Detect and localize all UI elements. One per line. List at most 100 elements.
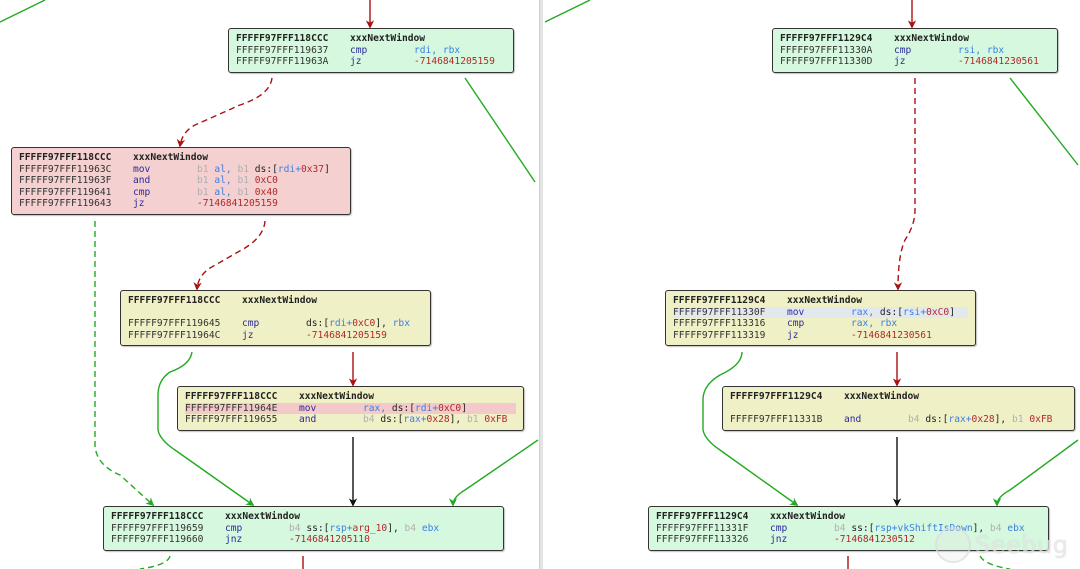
numeric-operand: -7146841205159: [414, 56, 495, 68]
instruction-row[interactable]: FFFFF97FFF119645 cmp ds:[rdi+0xC0], rbx: [128, 318, 423, 330]
code-block-l3[interactable]: FFFFF97FFF118CCC xxxNextWindow FFFFF97FFF1…: [120, 290, 431, 347]
register-operand: rax, rbx: [851, 318, 898, 330]
instruction-address: FFFFF97FFF119643: [19, 198, 112, 210]
edge-L5-out-green: [139, 555, 171, 569]
register-operand: al,: [214, 163, 238, 175]
block-address: FFFFF97FFF1129C4: [673, 295, 766, 306]
pane-divider[interactable]: [539, 0, 543, 569]
instruction-address: FFFFF97FFF11964E: [185, 402, 278, 414]
instruction-address: FFFFF97FFF11963A: [236, 56, 329, 68]
operand-text: ],: [994, 414, 1012, 426]
mnemonic: jz: [350, 56, 362, 68]
function-name: xxxNextWindow: [770, 511, 846, 522]
instruction-row[interactable]: FFFFF97FFF11330F mov rax, ds:[rsi+0xC0]: [673, 306, 968, 319]
operand-text: ],: [375, 318, 393, 330]
size-prefix: b4: [834, 522, 852, 534]
numeric-operand: 0xC0: [926, 306, 950, 318]
operand-text: ds:[: [391, 402, 415, 414]
instruction-address: FFFFF97FFF113319: [673, 329, 766, 341]
mnemonic: jz: [242, 329, 254, 341]
size-prefix: b1: [197, 175, 215, 187]
function-name: xxxNextWindow: [894, 33, 970, 44]
instruction-row[interactable]: FFFFF97FFF11330A cmp rsi, rbx: [780, 45, 1050, 57]
operand-text: ]: [461, 402, 467, 414]
register-operand: rax,: [363, 402, 392, 414]
size-prefix: b1: [197, 186, 215, 198]
instruction-row[interactable]: FFFFF97FFF119659 cmp b4 ss:[rsp+arg_10], b…: [111, 523, 496, 535]
edge-L2-L3: [193, 220, 266, 291]
edge-left-top-green: [0, 0, 46, 23]
operands: rax, rbx: [851, 318, 897, 330]
instruction-address: FFFFF97FFF11963C: [19, 163, 112, 175]
code-block-l1[interactable]: FFFFF97FFF118CCC xxxNextWindow FFFFF97FFF1…: [228, 28, 514, 73]
code-block-r3[interactable]: FFFFF97FFF1129C4 xxxNextWindow FFFFF97FFF1…: [722, 386, 1075, 431]
block-address: FFFFF97FFF118CCC: [236, 33, 329, 44]
code-block-l5[interactable]: FFFFF97FFF118CCC xxxNextWindow FFFFF97FFF1…: [103, 506, 504, 551]
instruction-row[interactable]: FFFFF97FFF11330D jz -7146841230561: [780, 56, 1050, 68]
numeric-operand: 0xC0: [254, 175, 278, 187]
operands: rax, ds:[rdi+0xC0]: [363, 403, 467, 415]
instruction-address: FFFFF97FFF11330F: [673, 306, 766, 318]
register-operand: rdi+: [329, 318, 353, 330]
size-prefix: b1: [237, 186, 255, 198]
instruction-row[interactable]: FFFFF97FFF11331B and b4 ds:[rax+0x28], b1 …: [730, 414, 1067, 426]
operand-text: ],: [387, 522, 405, 534]
instruction-row[interactable]: FFFFF97FFF11963F and b1 al, b1 0xC0: [19, 175, 343, 187]
instruction-row[interactable]: FFFFF97FFF119643 jz -7146841205159: [19, 198, 343, 210]
mnemonic: cmp: [350, 44, 368, 56]
operands: -7146841230561: [958, 56, 1039, 68]
instruction-row[interactable]: FFFFF97FFF11963A jz -7146841205159: [236, 56, 506, 68]
operands: rax, ds:[rsi+0xC0]: [851, 307, 955, 319]
seebug-logo-icon: [935, 527, 971, 563]
operand-text: ]: [324, 163, 330, 175]
mnemonic: mov: [299, 402, 317, 414]
function-name: xxxNextWindow: [299, 391, 375, 402]
instruction-address: FFFFF97FFF11331F: [656, 522, 749, 534]
block-address: FFFFF97FFF118CCC: [185, 391, 278, 402]
edge-right-top-green: [544, 0, 591, 23]
register-operand: ebx: [421, 522, 440, 534]
instruction-row[interactable]: FFFFF97FFF113316 cmp rax, rbx: [673, 318, 968, 330]
edge-L2-L5: [94, 221, 155, 507]
instruction-row[interactable]: FFFFF97FFF119660 jnz -7146841205110: [111, 534, 496, 546]
instruction-row[interactable]: FFFFF97FFF11964C jz -7146841205159: [128, 330, 423, 342]
function-name: xxxNextWindow: [242, 295, 318, 306]
numeric-operand: -7146841205110: [289, 534, 370, 546]
instruction-address: FFFFF97FFF11330A: [780, 44, 873, 56]
size-prefix: b4: [289, 522, 307, 534]
size-prefix: b1: [1011, 414, 1030, 426]
instruction-row[interactable]: FFFFF97FFF11964E mov rax, ds:[rdi+0xC0]: [185, 402, 516, 415]
instruction-row[interactable]: FFFFF97FFF113319 jz -7146841230561: [673, 330, 968, 342]
instruction-address: FFFFF97FFF119645: [128, 318, 221, 330]
code-block-r2[interactable]: FFFFF97FFF1129C4 xxxNextWindow FFFFF97FFF1…: [665, 290, 976, 347]
code-block-l2[interactable]: FFFFF97FFF118CCC xxxNextWindow FFFFF97FFF1…: [11, 147, 351, 215]
size-prefix: b4: [404, 522, 422, 534]
block-header: FFFFF97FFF1129C4 xxxNextWindow: [673, 295, 968, 307]
register-operand: rax+: [948, 414, 972, 426]
block-header: FFFFF97FFF118CCC xxxNextWindow: [111, 511, 496, 523]
instruction-row[interactable]: FFFFF97FFF119641 cmp b1 al, b1 0x40: [19, 187, 343, 199]
block-address: FFFFF97FFF1129C4: [730, 391, 823, 402]
mnemonic: cmp: [225, 522, 243, 534]
mnemonic: and: [133, 175, 151, 187]
mnemonic: cmp: [242, 318, 260, 330]
instruction-row[interactable]: FFFFF97FFF119637 cmp rdi, rbx: [236, 45, 506, 57]
operands: b4 ds:[rax+0x28], b1 0xFB: [908, 414, 1052, 426]
operands: b1 al, b1 0xC0: [197, 175, 278, 187]
instruction-row[interactable]: FFFFF97FFF119655 and b4 ds:[rax+0x28], b1 …: [185, 414, 516, 426]
code-block-r1[interactable]: FFFFF97FFF1129C4 xxxNextWindow FFFFF97FFF1…: [772, 28, 1058, 73]
size-prefix: b1: [237, 163, 255, 175]
block-header: FFFFF97FFF1129C4 xxxNextWindow: [730, 391, 1067, 403]
register-operand: al,: [214, 175, 238, 187]
operands: rdi, rbx: [414, 45, 460, 57]
mnemonic: and: [844, 414, 862, 426]
register-operand: rax+: [403, 414, 427, 426]
instruction-row[interactable]: FFFFF97FFF11963C mov b1 al, b1 ds:[rdi+0x3…: [19, 164, 343, 176]
mnemonic: cmp: [894, 44, 912, 56]
edge-in-R4: [992, 439, 1079, 507]
operand-text: ],: [449, 414, 467, 426]
operand-text: ds:[: [306, 318, 330, 330]
code-block-l4[interactable]: FFFFF97FFF118CCC xxxNextWindow FFFFF97FFF1…: [177, 386, 524, 431]
register-operand: rdi, rbx: [414, 44, 461, 56]
